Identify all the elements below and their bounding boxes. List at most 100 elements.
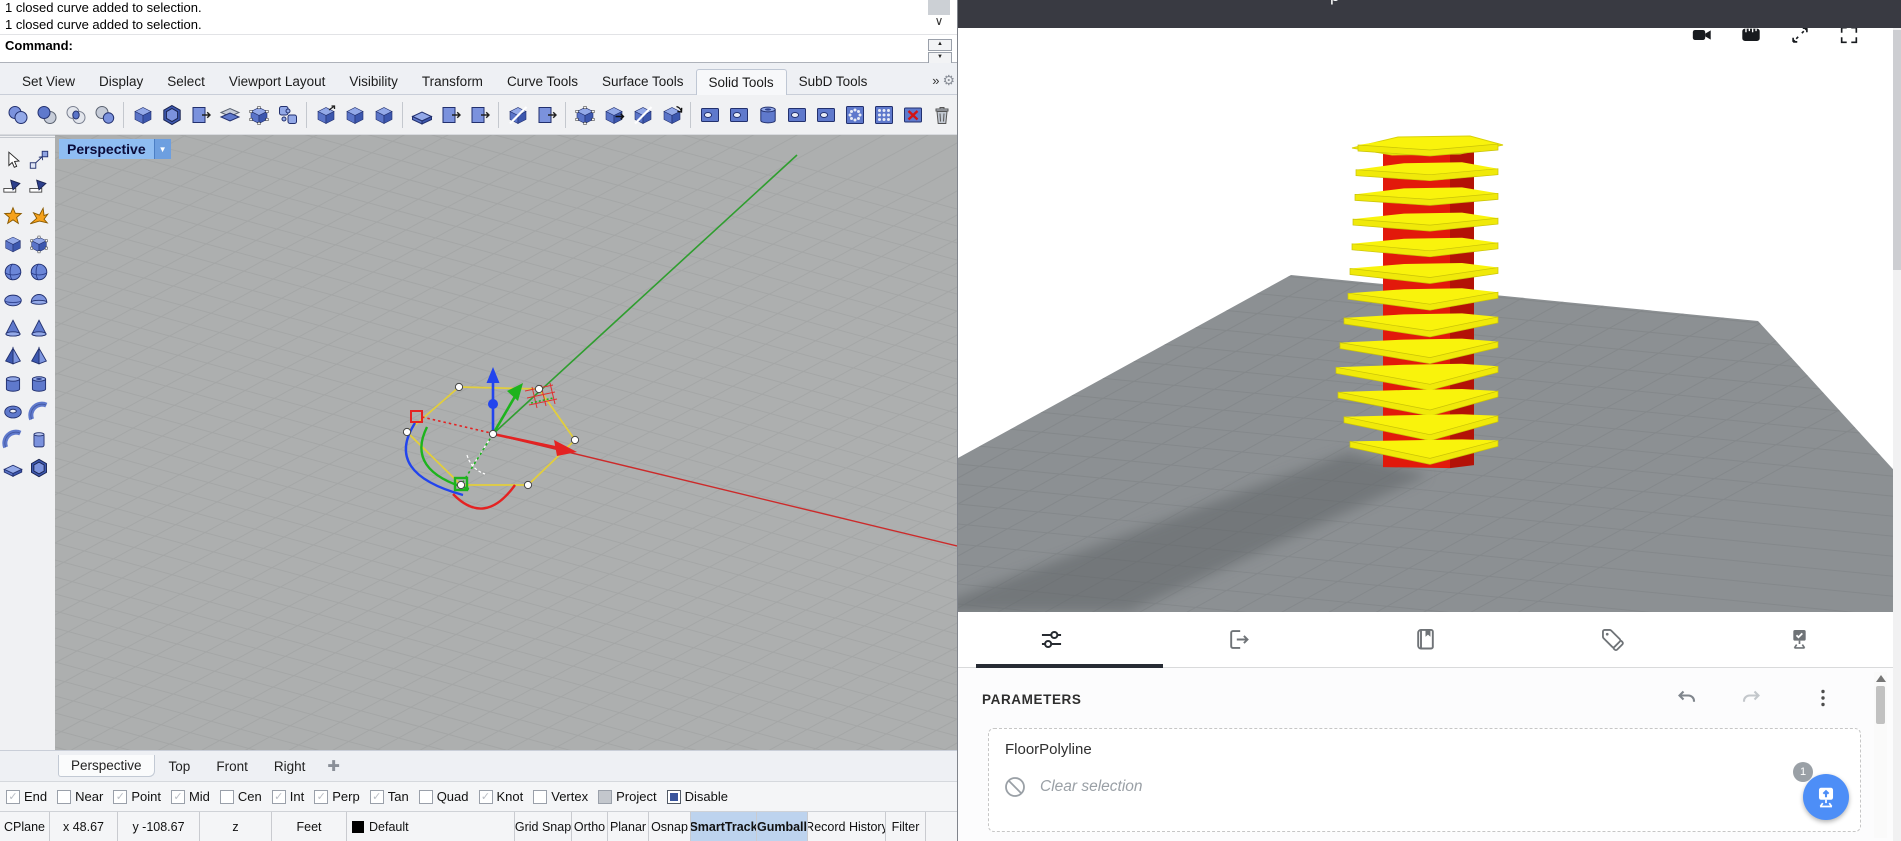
checkbox-int[interactable] (272, 790, 286, 804)
command-area[interactable]: 1 closed curve added to selection. 1 clo… (0, 0, 957, 63)
extrude-surface-icon[interactable] (437, 100, 464, 130)
status-toggle-gumball[interactable]: Gumball (757, 812, 808, 841)
rotate-hole-icon[interactable] (783, 100, 810, 130)
extrude-polygon-icon[interactable] (158, 100, 185, 130)
status-cplane[interactable]: CPlane (0, 812, 50, 841)
osnap-tan[interactable]: Tan (370, 789, 409, 804)
menu-tab-viewport-layout[interactable]: Viewport Layout (217, 69, 338, 94)
box-edit-icon[interactable] (245, 100, 272, 130)
fillet-edge-icon[interactable] (312, 100, 339, 130)
chevron-right-icon[interactable]: » (932, 73, 939, 88)
checkbox-project[interactable] (598, 790, 612, 804)
chamfer-edge-icon[interactable] (370, 100, 397, 130)
new-viewport-tab-icon[interactable]: ✚ (327, 757, 340, 775)
menu-tab-transform[interactable]: Transform (410, 69, 495, 94)
scroll-up-icon[interactable] (1876, 675, 1886, 682)
checkbox-perp[interactable] (314, 790, 328, 804)
extrusion-icon[interactable] (26, 426, 52, 454)
viewport-canvas[interactable] (55, 135, 957, 750)
solid-control-points-icon[interactable] (571, 100, 598, 130)
cylinder-icon[interactable] (0, 370, 26, 398)
pipe-bend-icon[interactable] (26, 398, 52, 426)
parameters-tab[interactable] (958, 612, 1145, 667)
menu-tab-surface-tools[interactable]: Surface Tools (590, 69, 696, 94)
move-hole-icon[interactable] (812, 100, 839, 130)
ellipsoid-icon[interactable] (0, 286, 26, 314)
status-feet[interactable]: Feet (272, 812, 347, 841)
sphere-icon[interactable] (0, 258, 26, 286)
offset-surface-icon[interactable] (466, 100, 493, 130)
checkbox-disable[interactable] (667, 790, 681, 804)
explode-icon[interactable] (274, 100, 301, 130)
status-toggle-filter[interactable]: Filter (886, 812, 926, 841)
model-canvas[interactable] (958, 28, 1901, 612)
status-toggle-grid-snap[interactable]: Grid Snap (515, 812, 572, 841)
command-prompt[interactable]: Command: (5, 38, 73, 53)
osnap-vertex[interactable]: Vertex (533, 789, 588, 804)
extract-surface-icon[interactable] (216, 100, 243, 130)
osnap-point[interactable]: Point (113, 789, 161, 804)
checkbox-tan[interactable] (370, 790, 384, 804)
menu-tab-display[interactable]: Display (87, 69, 155, 94)
pyramid-icon[interactable] (0, 342, 26, 370)
checkbox-end[interactable] (6, 790, 20, 804)
explode-icon[interactable] (0, 202, 26, 230)
slab-icon[interactable] (0, 454, 26, 482)
osnap-disable[interactable]: Disable (667, 789, 728, 804)
boolean-difference-icon[interactable] (33, 100, 60, 130)
checkbox-mid[interactable] (171, 790, 185, 804)
viewport-tab-top[interactable]: Top (157, 756, 203, 777)
redo-button[interactable] (1739, 686, 1765, 712)
menu-tab-visibility[interactable]: Visibility (337, 69, 410, 94)
boolean-split-icon[interactable] (91, 100, 118, 130)
review-tab[interactable] (1706, 612, 1893, 667)
osnap-near[interactable]: Near (57, 789, 103, 804)
pipe-icon[interactable] (0, 426, 26, 454)
undo-button[interactable] (1675, 686, 1701, 712)
status-toggle-planar[interactable]: Planar (608, 812, 649, 841)
sphere-points-icon[interactable] (26, 258, 52, 286)
viewport-title-dropdown[interactable]: ▼ (154, 139, 171, 159)
viewport-tab-right[interactable]: Right (262, 756, 318, 777)
spin-up-icon[interactable]: ▲ (928, 39, 952, 51)
parameters-scrollbar[interactable] (1874, 672, 1887, 838)
status-x[interactable]: x 48.67 (50, 812, 118, 841)
select-pointer-icon[interactable] (0, 146, 26, 174)
status-toggle-ortho[interactable]: Ortho (572, 812, 608, 841)
checkbox-cen[interactable] (220, 790, 234, 804)
array-hole-grid-icon[interactable] (870, 100, 897, 130)
checkbox-quad[interactable] (419, 790, 433, 804)
fullscreen-icon[interactable] (1838, 28, 1860, 46)
osnap-end[interactable]: End (6, 789, 47, 804)
array-hole-polar-icon[interactable] (841, 100, 868, 130)
kebab-menu-button[interactable] (1811, 686, 1837, 712)
box-points-icon[interactable] (26, 230, 52, 258)
scrollbar-thumb[interactable] (1876, 686, 1885, 724)
menu-tab-curve-tools[interactable]: Curve Tools (495, 69, 590, 94)
status-toggle-osnap[interactable]: Osnap (649, 812, 691, 841)
menu-overflow[interactable]: » ⚙ (932, 72, 955, 89)
perspective-viewport[interactable]: Perspective ▼ (55, 135, 957, 750)
boolean-union-icon[interactable] (4, 100, 31, 130)
osnap-mid[interactable]: Mid (171, 789, 210, 804)
status-toggle-smarttrack[interactable]: SmartTrack (691, 812, 757, 841)
hide-objects-icon[interactable] (0, 174, 26, 202)
window-scrollbar[interactable] (1893, 28, 1901, 841)
truncated-pyramid-icon[interactable] (26, 342, 52, 370)
extrude-curve-icon[interactable] (129, 100, 156, 130)
round-hole-icon[interactable] (696, 100, 723, 130)
cap-planar-holes-icon[interactable] (187, 100, 214, 130)
cone-icon[interactable] (0, 314, 26, 342)
checkbox-point[interactable] (113, 790, 127, 804)
osnap-perp[interactable]: Perp (314, 789, 359, 804)
menu-tab-set-view[interactable]: Set View (10, 69, 87, 94)
slab-icon[interactable] (408, 100, 435, 130)
chevron-down-icon[interactable]: ∨ (928, 14, 950, 28)
zoom-extents-icon[interactable] (1789, 28, 1811, 46)
status-toggle-record-history[interactable]: Record History (808, 812, 886, 841)
command-scrollbar[interactable] (928, 0, 950, 15)
show-objects-icon[interactable] (26, 174, 52, 202)
polygon-solid-icon[interactable] (26, 454, 52, 482)
box-icon[interactable] (0, 230, 26, 258)
export-tab[interactable] (1145, 612, 1332, 667)
